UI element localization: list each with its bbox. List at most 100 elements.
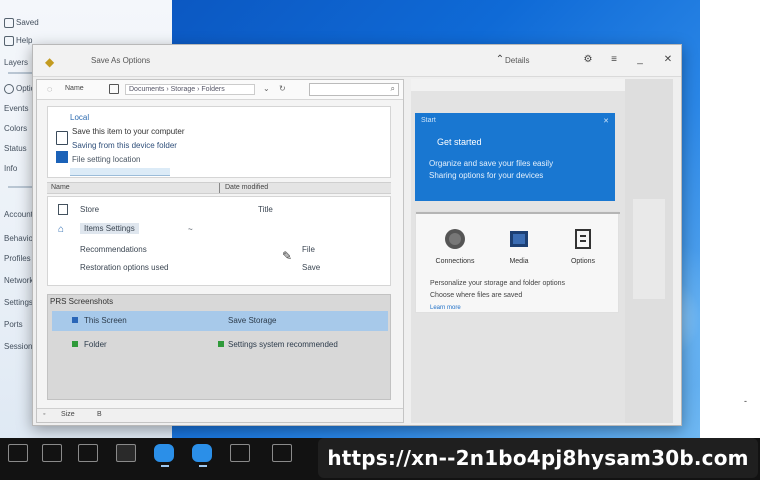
menu-icon[interactable]: ≡	[607, 54, 621, 65]
list-item-detail: File	[302, 245, 315, 254]
browser-icon[interactable]	[154, 444, 174, 467]
media-tile[interactable]: Media	[494, 228, 544, 265]
square-icon	[4, 36, 14, 46]
sidebar-item-label: Info	[4, 164, 18, 173]
sidebar-item[interactable]: Ports	[4, 320, 23, 329]
tile-label: Connections	[435, 258, 475, 265]
folder-icon	[72, 341, 78, 347]
sidebar-item[interactable]: Settings	[4, 298, 33, 307]
sidebar-item-label: Ports	[4, 320, 23, 329]
close-button[interactable]: ✕	[661, 54, 675, 65]
group-row-label: This Screen	[84, 316, 127, 325]
status-size: Size	[61, 411, 75, 418]
file-explorer-icon[interactable]	[42, 444, 62, 462]
connections-tile[interactable]: Connections	[430, 228, 480, 265]
sidebar-item[interactable]: Profiles	[4, 254, 31, 263]
app-tile-icon	[56, 151, 68, 163]
monitor-icon[interactable]	[230, 444, 250, 462]
location-link[interactable]: Saving from this device folder	[72, 141, 177, 150]
options-card: Connections Media Options Personalize yo…	[415, 211, 620, 313]
list-item-name: Items Settings	[80, 223, 139, 234]
get-started-card[interactable]: Start ✕ Get started Organize and save yo…	[415, 113, 615, 201]
url-watermark: https://xn--2n1bo4pj8hysam30b.com	[318, 438, 758, 478]
group-row-detail: Settings system recommended	[228, 340, 338, 349]
group-row[interactable]: This Screen Save Storage	[52, 311, 388, 331]
screen-icon	[72, 317, 78, 323]
list-item-detail: ~	[188, 225, 193, 234]
sidebar-item-label: Network	[4, 276, 34, 285]
list-item[interactable]: Store Title	[48, 201, 390, 219]
screenshots-group: PRS Screenshots This Screen Save Storage…	[47, 294, 391, 400]
location-panel: Local Save this item to your computer Sa…	[47, 106, 391, 178]
app-icon[interactable]	[78, 444, 98, 462]
app-icon: ◆	[45, 55, 55, 69]
list-item-detail: Save	[302, 263, 321, 272]
settings-icon[interactable]: ⚙	[581, 54, 595, 65]
column-header: Name Date modified	[47, 182, 391, 194]
sidebar-item-label: Status	[4, 144, 27, 153]
sidebar-item-label: Layers	[4, 58, 29, 67]
list-item[interactable]: Recommendations File	[48, 241, 390, 259]
store-icon[interactable]	[272, 444, 292, 462]
scroll-thumb[interactable]	[633, 199, 665, 299]
location-heading: Local	[70, 113, 90, 122]
sidebar-item[interactable]: Colors	[4, 124, 27, 133]
sidebar-item[interactable]: Help	[4, 36, 32, 46]
document-icon	[56, 131, 68, 145]
document-icon	[575, 229, 591, 249]
sidebar-item[interactable]: Events	[4, 104, 28, 113]
sidebar-item[interactable]: Saved	[4, 18, 39, 28]
column-name-header[interactable]: Name	[51, 184, 70, 191]
window-title: Save As Options	[91, 56, 151, 65]
file-name-field[interactable]	[70, 168, 170, 176]
status-value: B	[97, 411, 102, 418]
tile-description-2: Choose where files are saved	[430, 292, 523, 299]
refresh-icon[interactable]: ↻	[279, 84, 286, 93]
card-subtitle: Organize and save your files easily	[429, 159, 554, 168]
minimize-button[interactable]: _	[633, 54, 647, 65]
file-icon	[58, 204, 68, 215]
column-divider[interactable]	[219, 183, 220, 193]
search-icon: ⌕	[390, 84, 395, 93]
desktop: Saved Help Layers Options Events Colors …	[0, 0, 700, 438]
right-pane-title: Details	[505, 56, 530, 65]
list-item[interactable]: Restoration options used Save	[48, 259, 390, 277]
sidebar-item-label: Colors	[4, 124, 28, 133]
column-date-header[interactable]: Date modified	[225, 184, 268, 191]
learn-more-link[interactable]: Learn more	[430, 305, 461, 311]
window-title-bar: ◆ Save As Options ⌃ Details ⚙ ≡ _ ✕	[33, 45, 681, 77]
divider	[416, 212, 620, 214]
status-bar: ◦ Size B	[37, 408, 403, 422]
scrollbar[interactable]	[625, 79, 673, 423]
card-label: Start	[421, 117, 436, 124]
location-line: Save this item to your computer	[72, 127, 185, 136]
details-pane: Start ✕ Get started Organize and save yo…	[411, 79, 673, 423]
location-sub: File setting location	[72, 155, 141, 164]
back-icon[interactable]: ◌	[47, 84, 52, 94]
start-icon[interactable]	[8, 444, 28, 462]
globe-icon	[445, 229, 465, 249]
tile-label: Media	[509, 258, 529, 265]
sidebar-item[interactable]: Network	[4, 276, 33, 285]
chevron-down-icon[interactable]: ⌄	[263, 84, 270, 93]
mail-icon[interactable]	[192, 444, 212, 467]
search-input[interactable]: ⌕	[309, 83, 399, 96]
dialog-toolbar: ◌ Name Documents › Storage › Folders ⌄ ↻…	[37, 80, 403, 100]
group-row-label: Folder	[84, 340, 107, 349]
folder-icon[interactable]	[109, 84, 119, 94]
main-window: ◆ Save As Options ⌃ Details ⚙ ≡ _ ✕ ◌ Na…	[32, 44, 682, 426]
sidebar-item[interactable]: Status	[4, 144, 27, 153]
sidebar-item[interactable]: Layers	[4, 58, 28, 67]
address-bar[interactable]: Documents › Storage › Folders	[125, 84, 255, 95]
photo-icon	[510, 231, 528, 247]
settings-icon[interactable]	[116, 444, 136, 462]
sidebar-item[interactable]: Info	[4, 164, 17, 173]
folder-icon	[4, 18, 14, 28]
sidebar-item-label: Profiles	[4, 254, 31, 263]
close-icon[interactable]: ✕	[603, 117, 609, 125]
list-item[interactable]: ⌂ Items Settings ~	[48, 221, 390, 239]
list-item-name: Restoration options used	[80, 263, 169, 272]
group-row[interactable]: Folder Settings system recommended	[52, 335, 388, 355]
list-item-name: Recommendations	[80, 245, 147, 254]
options-tile[interactable]: Options	[558, 228, 608, 265]
